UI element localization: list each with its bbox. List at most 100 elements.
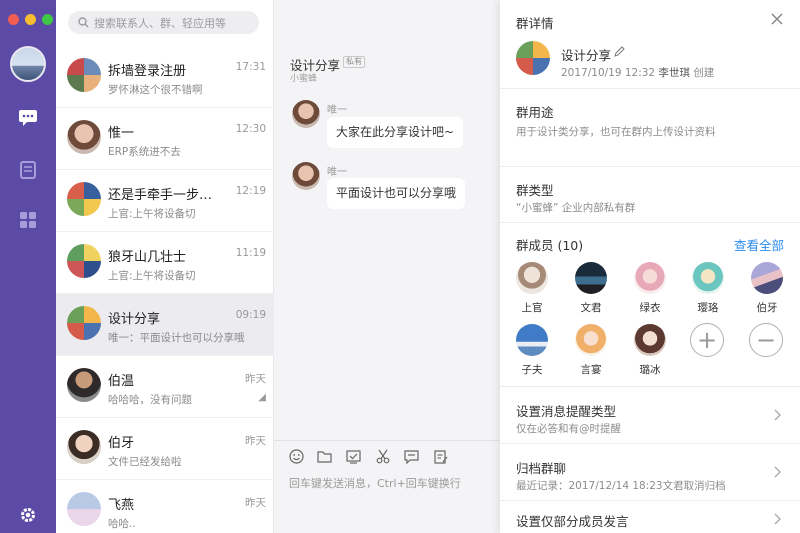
conversation-item[interactable]: 伯牙 文件已经发给啦 昨天 [56, 418, 274, 480]
window-zoom-button[interactable] [42, 14, 53, 25]
conversation-item[interactable]: 狼牙山几壮士 上官:上午将设备切 11:19 [56, 232, 274, 294]
scissors-icon[interactable] [374, 448, 391, 465]
message-bubble: 大家在此分享设计吧~ [327, 117, 464, 148]
member-name: 绿衣 [639, 302, 661, 314]
group-avatar [67, 306, 101, 340]
group-avatar [67, 244, 101, 278]
search-icon [78, 17, 89, 28]
message-input[interactable]: 回车键发送消息，Ctrl+回车键换行 [289, 475, 461, 491]
type-title: 群类型 [516, 183, 554, 198]
created-time: 2017/10/19 12:32 [561, 67, 656, 79]
notify-settings-row[interactable]: 设置消息提醒类型 仅在必答和有@时提醒 [500, 387, 800, 443]
window-close-button[interactable] [8, 14, 19, 25]
purpose-title: 群用途 [516, 105, 554, 120]
member-name: 璐冰 [639, 364, 661, 376]
conversation-name: 伯温 [108, 374, 135, 389]
task-icon[interactable] [345, 448, 362, 465]
group-avatar [67, 58, 101, 92]
chat-header: 设计分享 私有 小蜜蜂 [274, 0, 500, 88]
member-avatar [634, 262, 666, 294]
conversation-item[interactable]: 惟一 ERP系统进不去 12:30 [56, 108, 274, 170]
edit-icon[interactable] [614, 46, 625, 57]
user-avatar [67, 430, 101, 464]
group-avatar [516, 41, 550, 75]
conversation-item-active[interactable]: 设计分享 唯一：平面设计也可以分享哦 09:19 [56, 294, 274, 356]
conversation-preview: 文件已经发给啦 [108, 456, 182, 468]
conversation-item[interactable]: 飞燕 哈哈.. 昨天 [56, 480, 274, 533]
conversation-name: 拆墙登录注册 [108, 64, 187, 79]
conversation-preview: 唯一：平面设计也可以分享哦 [108, 332, 245, 344]
member-name: 上官 [521, 302, 543, 314]
archive-chat-row[interactable]: 归档群聊 最近记录：2017/12/14 18:23文君取消归档 [500, 444, 800, 500]
notebook-icon[interactable] [18, 160, 38, 180]
conversation-preview: ERP系统进不去 [108, 146, 181, 158]
chat-subtitle: 小蜜蜂 [290, 74, 318, 84]
member-name: 子夫 [521, 364, 543, 376]
private-badge: 私有 [343, 56, 365, 68]
group-created-info: 2017/10/19 12:32 李世琪 创建 [561, 65, 714, 80]
member[interactable]: 璐冰 [631, 324, 669, 377]
member-avatar [634, 324, 666, 356]
creator-name: 李世琪 [658, 67, 690, 79]
member-avatar [516, 262, 548, 294]
remove-member-button[interactable]: − [749, 323, 783, 357]
emoji-icon[interactable] [288, 448, 305, 465]
divider [500, 166, 800, 167]
member[interactable]: 伯牙 [748, 262, 786, 315]
member[interactable]: 上官 [513, 262, 551, 315]
apps-icon[interactable] [18, 210, 38, 230]
row-title: 归档群聊 [516, 461, 567, 476]
conversation-time: 昨天 [245, 497, 266, 509]
window-minimize-button[interactable] [25, 14, 36, 25]
add-member-button[interactable]: + [690, 323, 724, 357]
search-input[interactable]: 搜索联系人、群、轻应用等 [94, 15, 226, 31]
row-subtitle: 最近记录：2017/12/14 18:23文君取消归档 [516, 480, 726, 492]
conversation-name: 惟一 [108, 126, 135, 141]
conversation-item[interactable]: 拆墙登录注册 罗怀淋这个很不错啊 17:31 [56, 46, 274, 108]
sender-name: 唯一 [327, 105, 347, 116]
conversation-time: 17:31 [235, 61, 266, 73]
purpose-text: 用于设计类分享，也可在群内上传设计资料 [516, 126, 716, 138]
conversation-time: 11:19 [235, 247, 266, 259]
conversation-time: 09:19 [235, 309, 266, 321]
speak-permission-row[interactable]: 设置仅部分成员发言 [500, 497, 800, 533]
member[interactable]: 绿衣 [631, 262, 669, 315]
chevron-right-icon [774, 466, 781, 478]
conversation-item[interactable]: 还是手牵手一步… 上官:上午将设备切 12:19 [56, 170, 274, 232]
search-box[interactable]: 搜索联系人、群、轻应用等 [68, 11, 259, 34]
member[interactable]: 文君 [572, 262, 610, 315]
message-icon[interactable] [18, 108, 38, 128]
member-name: 言宴 [580, 364, 602, 376]
user-avatar [67, 492, 101, 526]
minus-icon: − [755, 326, 777, 354]
divider [500, 222, 800, 223]
view-all-link[interactable]: 查看全部 [734, 235, 784, 254]
member[interactable]: 璎珞 [689, 262, 727, 315]
conversation-name: 狼牙山几壮士 [108, 250, 187, 265]
sender-avatar[interactable] [292, 100, 320, 128]
group-detail-panel: 群详情 设计分享 2017/10/19 12:32 李世琪 创建 群用途 用于设… [500, 0, 800, 533]
member[interactable]: 言宴 [572, 324, 610, 377]
mute-icon: ◢ [258, 392, 266, 403]
folder-icon[interactable] [316, 448, 333, 465]
member-avatar [575, 262, 607, 294]
chat-panel: 设计分享 私有 小蜜蜂 唯一 大家在此分享设计吧~ 唯一 平面设计也可以分享哦 … [274, 0, 500, 533]
member-name: 璎珞 [697, 302, 719, 314]
my-avatar[interactable] [10, 46, 46, 82]
created-label: 创建 [693, 67, 715, 79]
video-message-icon[interactable] [403, 448, 420, 465]
left-nav [0, 0, 56, 533]
conversation-time: 昨天 [245, 435, 266, 447]
member-name: 伯牙 [756, 302, 778, 314]
conversation-item[interactable]: 伯温 哈哈哈，没有问题 昨天 ◢ [56, 356, 274, 418]
divider [500, 88, 800, 89]
sender-avatar[interactable] [292, 162, 320, 190]
message-bubble: 平面设计也可以分享哦 [327, 178, 466, 209]
member[interactable]: 子夫 [513, 324, 551, 377]
close-icon[interactable] [770, 12, 784, 26]
note-icon[interactable] [432, 448, 449, 465]
sender-name: 唯一 [327, 167, 347, 178]
settings-icon[interactable] [18, 505, 38, 525]
conversation-preview: 哈哈哈，没有问题 [108, 394, 192, 406]
compose-area: 回车键发送消息，Ctrl+回车键换行 [274, 440, 500, 533]
